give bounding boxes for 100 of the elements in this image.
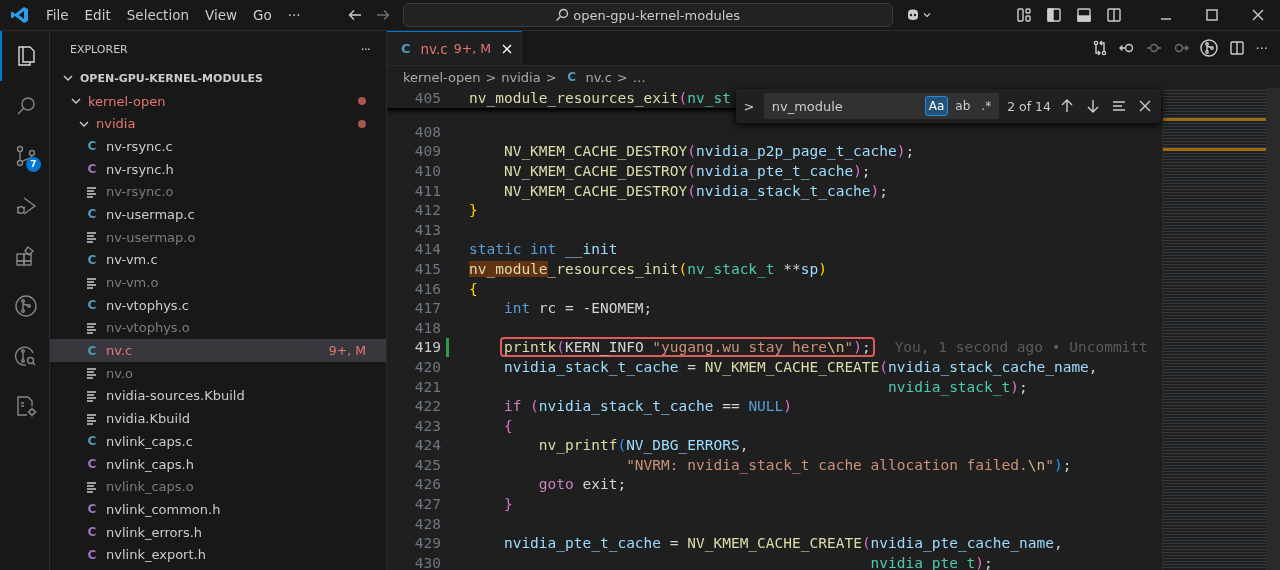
find-option-button[interactable]: Aa	[924, 96, 949, 116]
panel-layout-icon[interactable]	[1076, 7, 1092, 23]
tree-item[interactable]: nv-vtophys.o	[50, 316, 386, 340]
breadcrumb-item[interactable]: …	[632, 69, 646, 85]
command-search-field[interactable]: open-gpu-kernel-modules	[402, 3, 893, 27]
lines-icon[interactable]	[1111, 98, 1127, 114]
match-count: 2 of 14	[1007, 98, 1051, 114]
text-lines-icon	[86, 367, 98, 380]
code-line: nv_module_resources_init(nv_stack_t **sp)	[469, 260, 827, 277]
close-icon[interactable]	[500, 42, 513, 55]
menu-item[interactable]: Edit	[78, 5, 117, 25]
menu-item[interactable]: ···	[281, 5, 307, 25]
split-editor-icon[interactable]	[1228, 40, 1245, 56]
tree-item[interactable]: C nvlink_caps.c	[50, 430, 386, 453]
code-line: nvidia_pte_t_cache = NV_KMEM_CACHE_CREATE(nvidia_pte_cache_name,	[502, 535, 1063, 552]
file-type-icon: C	[86, 252, 98, 267]
tree-item[interactable]: C nvlink_caps.h	[50, 452, 386, 476]
line-number: 424	[413, 437, 441, 454]
tree-item[interactable]: kernel-open	[50, 89, 386, 113]
text-lines-icon	[86, 389, 98, 402]
breadcrumb-item[interactable]: kernel-open	[403, 69, 481, 85]
up-arrow-icon[interactable]	[1059, 98, 1075, 114]
code-line: {	[502, 417, 513, 434]
tree-item[interactable]: C nv-vtophys.c	[50, 293, 386, 317]
close-icon[interactable]	[1137, 98, 1153, 114]
line-number: 415	[413, 260, 441, 277]
file-type-icon: C	[86, 457, 98, 472]
tree-item[interactable]: C nv.c 9+, M	[50, 339, 386, 362]
code-line: "NVRM: nvidia_stack_t cache allocation failed.\n");	[625, 456, 1072, 473]
code-line: {	[469, 280, 478, 297]
tree-item[interactable]: nv-vm.o	[50, 271, 386, 294]
file-type-icon: C	[86, 525, 98, 540]
tree-item[interactable]: nv.o	[50, 361, 386, 385]
file-type-icon: C	[565, 70, 578, 84]
menu-item[interactable]: Selection	[120, 5, 195, 25]
menu-item[interactable]: Go	[247, 5, 278, 25]
line-number: 411	[413, 182, 441, 199]
line-number: 410	[413, 163, 441, 179]
branch-circle-icon[interactable]	[1199, 39, 1218, 57]
compare-changes-icon[interactable]	[1091, 40, 1108, 56]
maximize-icon[interactable]	[1204, 7, 1220, 23]
search-icon	[555, 8, 570, 22]
more-actions-button[interactable]: ···	[360, 41, 370, 57]
branch-search-icon[interactable]	[13, 344, 38, 368]
code-line: }	[469, 202, 478, 219]
search-text: open-gpu-kernel-modules	[573, 7, 740, 23]
tree-item[interactable]: C nv-rsync.c	[50, 135, 386, 158]
line-number: 426	[413, 476, 441, 493]
more-actions-button[interactable]: ···	[1255, 40, 1268, 56]
tree-item[interactable]: OPEN-GPU-KERNEL-MODULES	[50, 67, 386, 90]
split-layout-icon[interactable]	[1106, 7, 1122, 23]
line-number: 421	[413, 378, 441, 395]
line-number: 425	[413, 456, 441, 473]
back-arrow-icon[interactable]	[346, 7, 363, 23]
line-number: 417	[413, 300, 441, 317]
find-input[interactable]: nv_module Aa ab .*	[763, 93, 1000, 119]
tree-item[interactable]: C nv-rsync.h	[50, 157, 386, 181]
file-type-icon: C	[86, 139, 98, 154]
forward-arrow-icon[interactable]	[374, 7, 391, 23]
line-number: 423	[413, 417, 441, 434]
count-badge: 7	[26, 157, 41, 172]
tree-item[interactable]: C nvlink_common.h	[50, 498, 386, 521]
scrollbar[interactable]	[1266, 88, 1280, 570]
find-option-button[interactable]: ab	[951, 96, 975, 116]
find-option-button[interactable]: .*	[977, 96, 996, 116]
menu-item[interactable]: File	[40, 5, 75, 25]
file-type-icon: C	[86, 207, 98, 222]
breadcrumb-item[interactable]: nvidia	[501, 69, 541, 85]
line-number: 419	[413, 339, 441, 356]
breadcrumb-separator: >	[616, 69, 628, 85]
tree-item[interactable]: nvidia.Kbuild	[50, 407, 386, 430]
menu-item[interactable]: View	[198, 5, 243, 25]
tree-item[interactable]: nvidia	[50, 112, 386, 136]
tree-item[interactable]: C nvlink_export.h	[50, 543, 386, 567]
tree-item[interactable]: nvidia-sources.Kbuild	[50, 384, 386, 408]
line-number: 412	[413, 202, 441, 219]
tree-item[interactable]: C nv-vm.c	[50, 248, 386, 272]
code-line: nvidia_stack_t);	[887, 378, 1028, 395]
tree-item[interactable]: nv-usermap.o	[50, 225, 386, 249]
code-line: static int __init	[469, 241, 618, 258]
down-arrow-icon[interactable]	[1085, 98, 1101, 114]
branch-circle-icon[interactable]	[13, 294, 38, 318]
text-lines-icon	[86, 276, 98, 289]
sidebar-layout-icon[interactable]	[1046, 7, 1062, 23]
tree-item[interactable]: nvlink_caps.o	[50, 475, 386, 499]
line-number: 420	[413, 358, 441, 375]
tree-item[interactable]: C nv-usermap.c	[50, 203, 386, 226]
code-line: nv_printf(NV_DBG_ERRORS,	[537, 437, 749, 454]
editor-tab[interactable]: C nv.c 9+, M	[387, 31, 522, 65]
line-number: 428	[413, 515, 441, 532]
breadcrumb-item[interactable]: nv.c	[585, 69, 612, 85]
tree-item[interactable]: nv-rsync.o	[50, 180, 386, 204]
close-icon[interactable]	[1250, 7, 1266, 23]
text-lines-icon	[86, 231, 98, 244]
tree-item[interactable]: C nvlink_errors.h	[50, 520, 386, 544]
code-line: nv_module_resources_exit(nv_st	[469, 90, 731, 106]
blame-annotation: You, 1 second ago • Uncommitt	[894, 339, 1148, 356]
toggle-replace-button[interactable]: >	[742, 98, 756, 114]
file-type-icon: C	[86, 547, 98, 562]
layout-grid-icon[interactable]	[1016, 7, 1032, 23]
